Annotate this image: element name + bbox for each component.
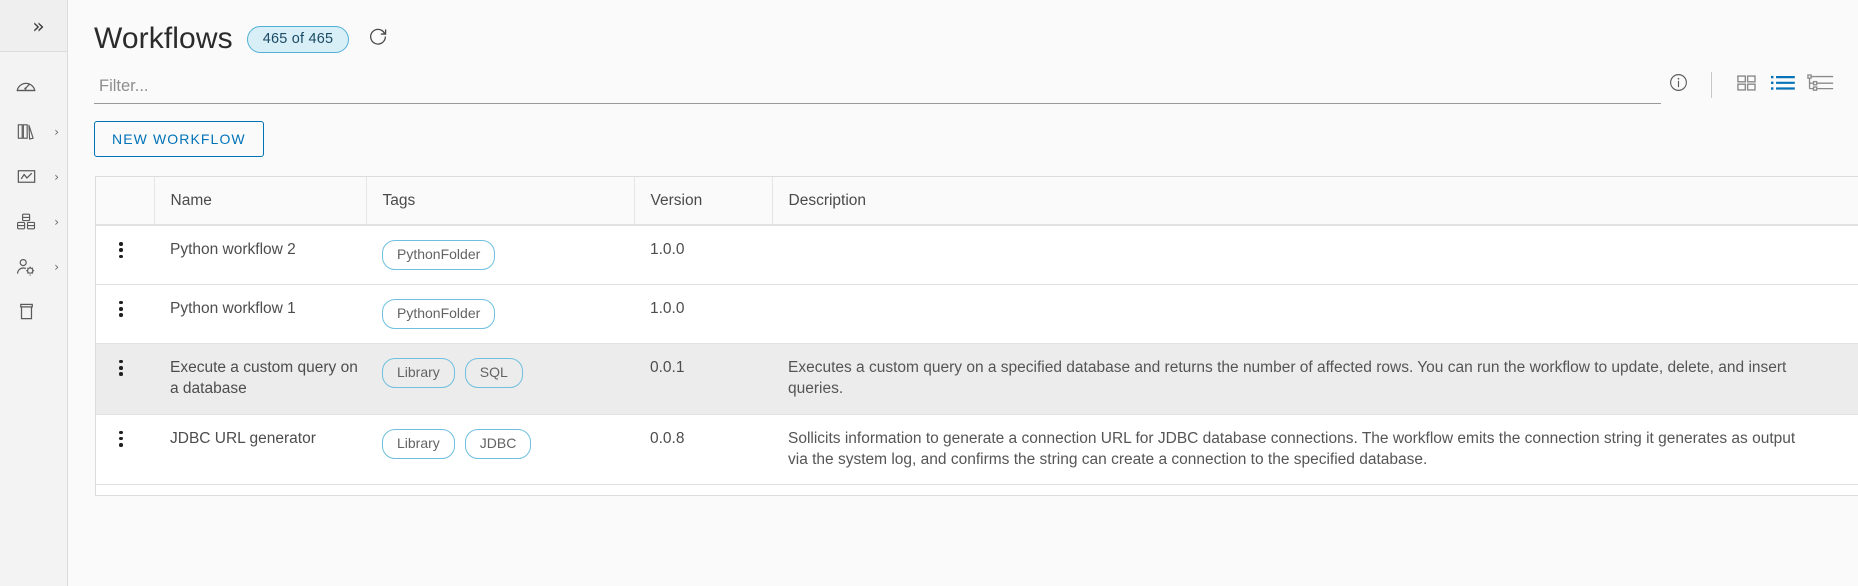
gauge-icon (13, 74, 39, 100)
cell-description: Executes a custom query on a specified d… (772, 343, 1858, 415)
new-workflow-button[interactable]: NEW WORKFLOW (94, 121, 264, 157)
tag-chip[interactable]: PythonFolder (382, 298, 496, 329)
row-actions-cell (96, 414, 154, 486)
tag-list: PythonFolder (382, 298, 634, 329)
kebab-menu-icon[interactable] (112, 240, 130, 260)
cell-version: 0.0.1 (634, 343, 772, 415)
cell-name[interactable]: JDBC URL generator (154, 414, 366, 486)
cell-version: 1.0.0 (634, 284, 772, 344)
sidebar: » › › › › (0, 0, 68, 586)
workflows-table: Name Tags Version Description Python wor… (96, 177, 1858, 486)
kebab-menu-icon[interactable] (112, 358, 130, 378)
column-header-version[interactable]: Version (633, 177, 772, 226)
list-icon (1771, 72, 1799, 99)
sidebar-expand-button[interactable]: » (0, 0, 67, 52)
sidebar-item-analytics[interactable]: › (0, 154, 67, 199)
tag-chip[interactable]: SQL (464, 357, 523, 388)
main-content: Workflows 465 of 465 Filter... NEW WORKF… (68, 0, 1858, 586)
cell-tags: PythonFolder (366, 225, 634, 285)
chevron-right-icon[interactable]: › (54, 171, 59, 183)
description-text: Executes a custom query on a specified d… (788, 358, 1787, 397)
column-header-description[interactable]: Description (771, 177, 1858, 226)
chevron-right-icon[interactable]: › (54, 216, 59, 228)
refresh-button[interactable] (365, 26, 391, 52)
cell-name[interactable]: Python workflow 1 (154, 284, 366, 344)
view-toolbar (1661, 70, 1838, 104)
grid-icon (1737, 72, 1761, 99)
filter-toolbar (68, 56, 1858, 104)
table-header-row: Name Tags Version Description (96, 177, 1858, 226)
column-header-name[interactable]: Name (153, 177, 366, 226)
workflows-table-container: Name Tags Version Description Python wor… (95, 176, 1858, 496)
page-header: Workflows 465 of 465 (68, 0, 1858, 56)
app-root: » › › › › Workflows 465 of 465 Filter...… (0, 0, 1858, 586)
tag-list: Library SQL (382, 357, 634, 388)
column-header-actions (96, 177, 154, 226)
tag-list: Library JDBC (382, 428, 634, 459)
user-settings-icon (13, 254, 39, 280)
cell-tags: Library JDBC (366, 414, 634, 486)
cell-description (772, 284, 1858, 344)
page-title: Workflows (94, 22, 233, 55)
count-badge: 465 of 465 (246, 25, 350, 53)
toolbar-divider (1711, 72, 1712, 98)
card-view-button[interactable] (1732, 71, 1766, 99)
refresh-icon (367, 26, 389, 53)
cell-description: Sollicits information to generate a conn… (772, 414, 1858, 486)
list-view-button[interactable] (1768, 71, 1802, 99)
column-header-tags[interactable]: Tags (365, 177, 634, 226)
sidebar-item-user-settings[interactable]: › (0, 244, 67, 289)
cell-tags: Library SQL (366, 343, 634, 415)
cell-name[interactable]: Python workflow 2 (154, 225, 366, 285)
sidebar-nav: › › › › (0, 52, 67, 334)
sidebar-item-dashboard[interactable] (0, 64, 67, 109)
chevron-right-icon[interactable]: › (54, 261, 59, 273)
info-button[interactable] (1661, 70, 1695, 100)
kebab-menu-icon[interactable] (112, 429, 130, 449)
tree-icon (1807, 72, 1835, 99)
chevron-right-icon[interactable]: › (54, 126, 59, 138)
chevron-double-right-icon[interactable]: » (24, 16, 44, 36)
info-icon (1668, 72, 1689, 98)
cell-tags: PythonFolder (366, 284, 634, 344)
cell-description (772, 225, 1858, 285)
table-row[interactable]: Python workflow 2 PythonFolder 1.0.0 (96, 225, 1858, 285)
tag-chip[interactable]: JDBC (464, 428, 532, 459)
filter-field-wrapper (94, 73, 1661, 104)
tag-list: PythonFolder (382, 240, 634, 270)
tag-chip[interactable]: Library (382, 357, 455, 388)
archive-icon (13, 299, 39, 325)
row-actions-cell (96, 343, 154, 415)
table-row[interactable]: Execute a custom query on a database Libr… (96, 343, 1858, 415)
description-text: Sollicits information to generate a conn… (788, 429, 1796, 468)
cell-version: 1.0.0 (634, 225, 772, 285)
tag-chip[interactable]: PythonFolder (382, 240, 496, 270)
sidebar-item-archive[interactable] (0, 289, 67, 334)
tag-chip[interactable]: Library (382, 428, 455, 459)
chart-icon (13, 164, 39, 190)
sidebar-item-library[interactable]: › (0, 109, 67, 154)
action-row: NEW WORKFLOW (68, 104, 1858, 157)
row-actions-cell (96, 225, 154, 285)
row-actions-cell (96, 284, 154, 344)
kebab-menu-icon[interactable] (112, 299, 130, 319)
table-row[interactable]: Python workflow 1 PythonFolder 1.0.0 (96, 284, 1858, 344)
table-header: Name Tags Version Description (96, 177, 1858, 226)
library-icon (13, 119, 39, 145)
sidebar-item-packages[interactable]: › (0, 199, 67, 244)
table-row[interactable]: JDBC URL generator Library JDBC 0.0.8 Sollic… (96, 414, 1858, 486)
cell-version: 0.0.8 (634, 414, 772, 486)
table-body: Python workflow 2 PythonFolder 1.0.0 Python… (96, 225, 1858, 486)
cell-name[interactable]: Execute a custom query on a database (154, 343, 366, 415)
search-input[interactable] (94, 73, 1661, 104)
packages-icon (13, 209, 39, 235)
tree-view-button[interactable] (1804, 71, 1838, 99)
